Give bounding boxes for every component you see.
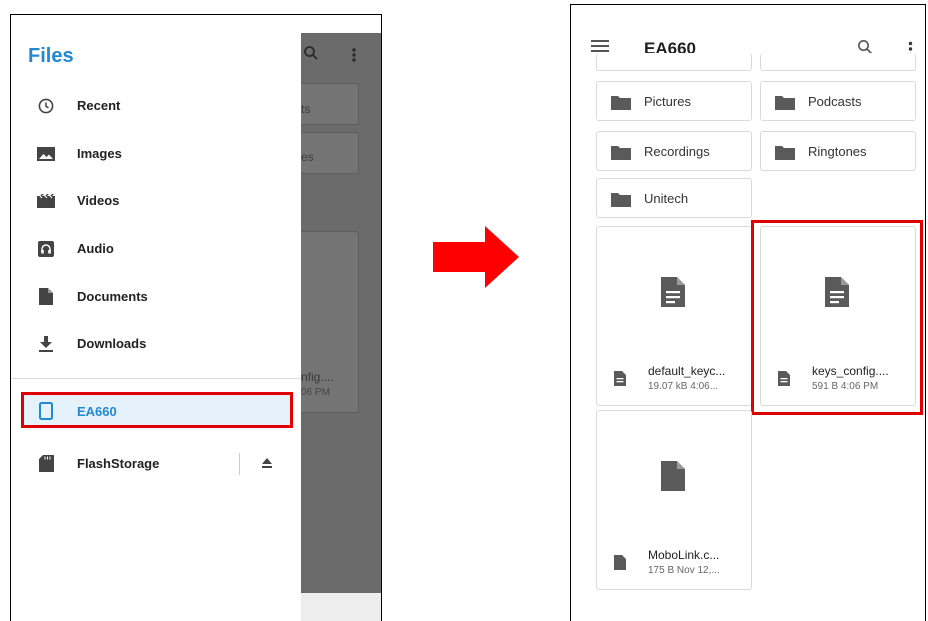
- folder-ringtones[interactable]: Ringtones: [760, 131, 916, 171]
- drawer-title: Files: [28, 45, 74, 67]
- drawer-item-label: Downloads: [77, 336, 147, 351]
- drawer-item-label: Audio: [77, 241, 114, 256]
- search-icon: [303, 45, 319, 66]
- folder-label: Pictures: [644, 94, 691, 109]
- file-meta: 19.07 kB 4:06...: [648, 381, 719, 392]
- folder-tile-partial: [760, 53, 916, 71]
- folder-tile-partial: [596, 53, 752, 71]
- document-icon: [661, 277, 685, 312]
- background-file-tile: nfig.... 06 PM: [301, 231, 359, 413]
- more-vert-icon: [351, 47, 357, 68]
- background-app-dimmed: ts es nfig.... 06 PM: [301, 33, 381, 593]
- folder-icon: [775, 146, 795, 165]
- folder-icon: [611, 146, 631, 165]
- highlight-box: [21, 392, 293, 428]
- drawer-item-label: FlashStorage: [77, 456, 160, 471]
- navigation-drawer: Files Recent Images Videos Audio Documen…: [11, 15, 301, 621]
- drawer-item-recent[interactable]: Recent: [11, 82, 301, 129]
- background-bottom-strip: [301, 593, 381, 621]
- file-name: default_keyc...: [648, 364, 726, 378]
- document-icon: [37, 288, 55, 306]
- left-screenshot: ts es nfig.... 06 PM Files Recent Images…: [10, 14, 382, 621]
- background-folder-tile: es: [301, 132, 359, 174]
- clock-icon: [37, 97, 55, 115]
- drawer-root-flashstorage[interactable]: FlashStorage: [11, 440, 301, 487]
- drawer-item-label: Recent: [77, 98, 121, 113]
- background-file-meta: 06 PM: [301, 387, 330, 398]
- sd-card-icon: [37, 455, 55, 473]
- drawer-item-videos[interactable]: Videos: [11, 177, 301, 224]
- folder-podcasts[interactable]: Podcasts: [760, 81, 916, 121]
- file-meta: 175 B Nov 12,...: [648, 565, 720, 576]
- drawer-item-label: Images: [77, 146, 122, 161]
- folder-icon: [611, 96, 631, 115]
- drawer-divider: [11, 378, 301, 379]
- file-small-icon: [614, 555, 626, 575]
- folder-recordings[interactable]: Recordings: [596, 131, 752, 171]
- folder-icon: [611, 193, 631, 212]
- background-file-name: nfig....: [301, 370, 334, 384]
- eject-icon[interactable]: [261, 456, 273, 474]
- image-icon: [37, 145, 55, 163]
- folder-label: Unitech: [644, 191, 689, 206]
- drawer-item-documents[interactable]: Documents: [11, 273, 301, 320]
- download-icon: [37, 335, 55, 353]
- right-screenshot: EA660 Pictures Podcasts Recordings Ringt…: [570, 4, 926, 621]
- drawer-item-label: Videos: [77, 193, 120, 208]
- folder-pictures[interactable]: Pictures: [596, 81, 752, 121]
- document-small-icon: [614, 371, 626, 391]
- folder-label: Recordings: [644, 144, 710, 159]
- drawer-item-label: Documents: [77, 289, 148, 304]
- drawer-item-images[interactable]: Images: [11, 130, 301, 177]
- background-folder-tile: ts: [301, 83, 359, 125]
- file-name: MoboLink.c...: [648, 548, 720, 562]
- folder-icon: [775, 96, 795, 115]
- file-tile-default-keyconfig[interactable]: default_keyc... 19.07 kB 4:06...: [596, 226, 752, 406]
- file-tile-mobolink[interactable]: MoboLink.c... 175 B Nov 12,...: [596, 410, 752, 590]
- eject-divider: [239, 453, 240, 475]
- drawer-item-downloads[interactable]: Downloads: [11, 320, 301, 367]
- highlight-box: [751, 220, 923, 415]
- folder-unitech[interactable]: Unitech: [596, 178, 752, 218]
- red-arrow: [433, 226, 519, 293]
- headphones-icon: [37, 240, 55, 258]
- folder-label: Ringtones: [808, 144, 867, 159]
- folder-label: Podcasts: [808, 94, 862, 109]
- movie-icon: [37, 192, 55, 210]
- file-icon: [661, 461, 685, 496]
- drawer-item-audio[interactable]: Audio: [11, 225, 301, 272]
